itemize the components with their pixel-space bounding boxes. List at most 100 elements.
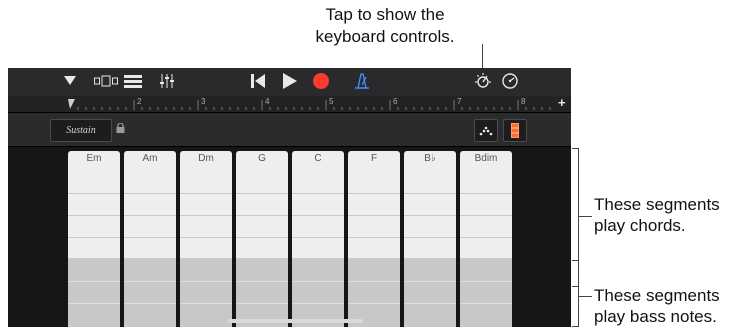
settings-icon[interactable]: [501, 72, 519, 90]
chord-strips-view-button[interactable]: [503, 119, 527, 142]
bass-segment[interactable]: [180, 281, 232, 304]
bass-segment[interactable]: [404, 281, 456, 304]
chord-segment[interactable]: [68, 215, 120, 238]
home-indicator[interactable]: [228, 319, 363, 323]
chord-segment[interactable]: [348, 237, 400, 259]
chord-label: Em: [86, 153, 102, 164]
chord-segment[interactable]: [460, 193, 512, 216]
bass-segment[interactable]: [180, 303, 232, 326]
garageband-screen: 2 3 4 5 6 7 8 + Sustain Em Am Dm G C F B…: [8, 68, 571, 327]
control-bar: [8, 68, 571, 96]
bass-segment[interactable]: [292, 281, 344, 304]
chord-segment[interactable]: [404, 215, 456, 238]
bass-segment[interactable]: [348, 259, 400, 282]
chord-segment[interactable]: [236, 215, 288, 238]
chord-segment[interactable]: [348, 171, 400, 194]
bass-segment[interactable]: [124, 281, 176, 304]
chord-segment[interactable]: [348, 193, 400, 216]
bass-segment[interactable]: [68, 259, 120, 282]
chord-segment[interactable]: [68, 171, 120, 194]
chord-segment[interactable]: [348, 215, 400, 238]
bass-segment[interactable]: [68, 303, 120, 326]
bass-segments-callout: These segments play bass notes.: [594, 285, 720, 327]
lock-icon[interactable]: [116, 123, 125, 133]
bar-marker-5: 5: [329, 97, 334, 106]
chord-segment[interactable]: [236, 171, 288, 194]
chord-segment[interactable]: [124, 193, 176, 216]
bass-segments: [348, 259, 400, 327]
chord-label: Bdim: [474, 153, 498, 164]
bar-marker-2: 2: [137, 97, 142, 106]
chord-label: B♭: [424, 153, 436, 164]
bass-segment[interactable]: [404, 259, 456, 282]
timeline-ruler[interactable]: 2 3 4 5 6 7 8 +: [8, 95, 571, 113]
keyboard-controls-icon[interactable]: [474, 72, 492, 90]
bass-segments: [68, 259, 120, 327]
chord-strip-bdim[interactable]: Bdim: [460, 151, 512, 327]
chord-label: C: [314, 153, 322, 164]
bass-segment[interactable]: [460, 303, 512, 326]
chord-segment[interactable]: [292, 215, 344, 238]
rewind-icon[interactable]: [251, 74, 265, 88]
chord-strip-b-flat[interactable]: B♭: [404, 151, 456, 327]
bass-segment[interactable]: [236, 281, 288, 304]
triangle-down-icon[interactable]: [64, 76, 76, 86]
bass-segment[interactable]: [124, 303, 176, 326]
chord-strip-am[interactable]: Am: [124, 151, 176, 327]
chord-strip-f[interactable]: F: [348, 151, 400, 327]
bass-callout-line-2: play bass notes.: [594, 307, 717, 326]
chord-segment[interactable]: [180, 171, 232, 194]
chord-segment[interactable]: [292, 193, 344, 216]
chord-segment[interactable]: [68, 237, 120, 259]
callout-pointer-line: [482, 44, 483, 70]
chord-segment[interactable]: [124, 171, 176, 194]
chord-strip-em[interactable]: Em: [68, 151, 120, 327]
bass-segments: [124, 259, 176, 327]
bass-segments: [404, 259, 456, 327]
chord-callout-line-2: play chords.: [594, 216, 686, 235]
record-icon[interactable]: [313, 73, 329, 89]
chord-segment[interactable]: [460, 215, 512, 238]
chord-segment[interactable]: [292, 171, 344, 194]
bass-segment[interactable]: [68, 281, 120, 304]
bass-segment[interactable]: [124, 259, 176, 282]
chord-segment[interactable]: [180, 193, 232, 216]
chord-segment[interactable]: [236, 193, 288, 216]
bass-segment[interactable]: [404, 303, 456, 326]
chord-label: F: [370, 153, 378, 164]
chord-segment[interactable]: [124, 215, 176, 238]
chord-segment[interactable]: [404, 171, 456, 194]
bass-segment[interactable]: [460, 259, 512, 282]
chord-segment[interactable]: [68, 193, 120, 216]
sustain-button[interactable]: Sustain: [50, 119, 112, 142]
bar-marker-4: 4: [265, 97, 270, 106]
chord-strip-c[interactable]: C: [292, 151, 344, 327]
tracks-icon[interactable]: [124, 75, 142, 88]
play-icon[interactable]: [283, 73, 297, 89]
chord-segment[interactable]: [460, 171, 512, 194]
bass-segments: [292, 259, 344, 327]
chord-strip-g[interactable]: G: [236, 151, 288, 327]
chord-segment[interactable]: [236, 237, 288, 259]
bass-segment[interactable]: [292, 259, 344, 282]
bass-segment[interactable]: [236, 259, 288, 282]
bass-segment[interactable]: [180, 259, 232, 282]
chord-segment[interactable]: [180, 215, 232, 238]
chord-segment[interactable]: [404, 237, 456, 259]
autoplay-button[interactable]: [474, 119, 498, 142]
view-toggle-icon[interactable]: [94, 75, 118, 87]
bass-segment[interactable]: [460, 281, 512, 304]
add-section-button[interactable]: +: [558, 95, 566, 110]
chord-segment[interactable]: [404, 193, 456, 216]
callout-line-2: keyboard controls.: [315, 27, 455, 46]
metronome-icon[interactable]: [354, 73, 370, 89]
mixer-icon[interactable]: [159, 73, 175, 89]
chord-segment[interactable]: [292, 237, 344, 259]
chord-segment[interactable]: [460, 237, 512, 259]
chord-segment[interactable]: [180, 237, 232, 259]
chord-segment[interactable]: [124, 237, 176, 259]
bass-segment[interactable]: [348, 281, 400, 304]
autoplay-icon: [479, 126, 493, 136]
bass-segments: [236, 259, 288, 327]
chord-strip-dm[interactable]: Dm: [180, 151, 232, 327]
